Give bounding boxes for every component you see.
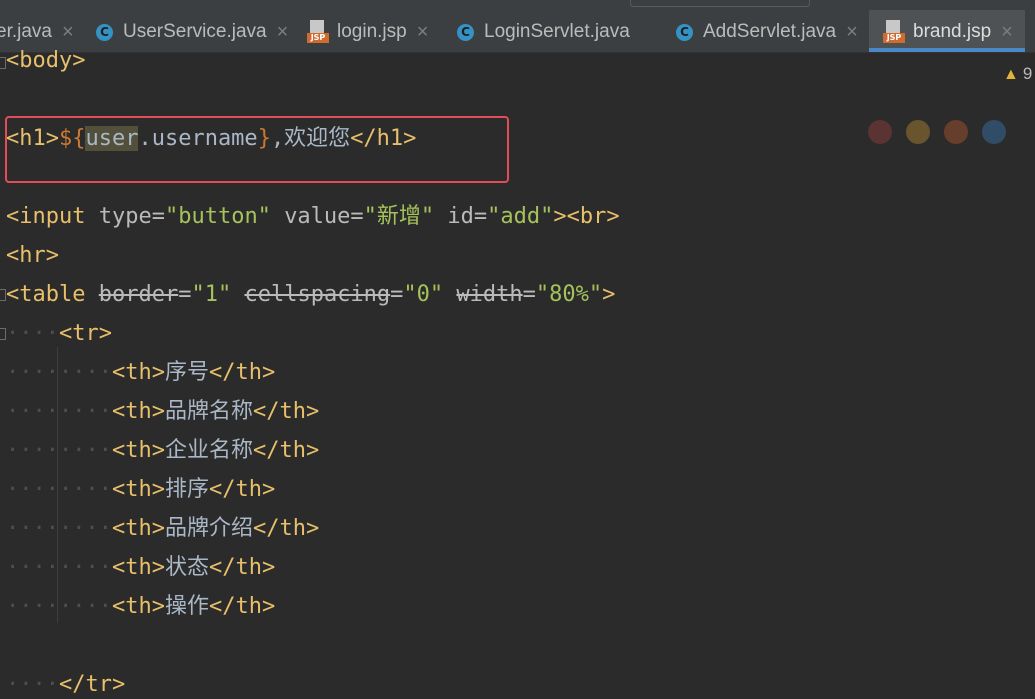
- tab-label: brand.jsp: [913, 21, 992, 42]
- tab-userservice-java[interactable]: C UserService.java ×: [96, 14, 288, 50]
- jsp-icon: JSP: [883, 20, 905, 44]
- toolbar-remnant: [630, 0, 810, 7]
- close-icon[interactable]: ×: [417, 21, 429, 44]
- annotation-highlight-box: [5, 116, 509, 183]
- code-line-th: ········<th>序号</th>: [6, 360, 276, 385]
- code-line-tr-open: ····<tr>: [6, 321, 112, 346]
- code-line-input: <input type="button" value="新增" id="add"…: [6, 204, 620, 229]
- close-icon[interactable]: ×: [1001, 21, 1013, 44]
- code-line-th: ········<th>排序</th>: [6, 477, 276, 502]
- c-class-icon: C: [457, 23, 474, 41]
- code-line-tr-close: ····</tr>: [6, 672, 126, 697]
- code-line-th: ········<th>操作</th>: [6, 594, 276, 619]
- close-icon[interactable]: ×: [277, 21, 289, 44]
- tab-addservlet-java[interactable]: C AddServlet.java ×: [676, 14, 858, 50]
- code-line-body: <body>: [6, 48, 86, 73]
- tab-label: er.java: [0, 21, 52, 42]
- code-line-th: ········<th>品牌介绍</th>: [6, 516, 320, 541]
- code-line-th: ········<th>品牌名称</th>: [6, 399, 320, 424]
- tab-er-java[interactable]: er.java ×: [0, 14, 74, 50]
- code-line-hr: <hr>: [6, 243, 59, 268]
- close-icon[interactable]: ×: [846, 21, 858, 44]
- tab-brand-jsp[interactable]: JSP brand.jsp ×: [883, 14, 1013, 50]
- tab-label: UserService.java: [123, 21, 267, 42]
- tab-login-jsp[interactable]: JSP login.jsp ×: [307, 14, 428, 50]
- jsp-icon: JSP: [307, 20, 329, 44]
- c-class-icon: C: [676, 23, 693, 41]
- code-line-table: <table border="1" cellspacing="0" width=…: [6, 282, 616, 307]
- close-icon[interactable]: ×: [62, 21, 74, 44]
- code-line-th: ········<th>企业名称</th>: [6, 438, 320, 463]
- editor-tab-bar: er.java × C UserService.java × JSP login…: [0, 0, 1035, 53]
- tab-label: login.jsp: [337, 21, 407, 42]
- c-class-icon: C: [96, 23, 113, 41]
- code-line-th: ········<th>状态</th>: [6, 555, 276, 580]
- tab-label: LoginServlet.java: [484, 21, 630, 42]
- tab-label: AddServlet.java: [703, 21, 837, 42]
- tab-loginservlet-java[interactable]: C LoginServlet.java: [457, 14, 630, 50]
